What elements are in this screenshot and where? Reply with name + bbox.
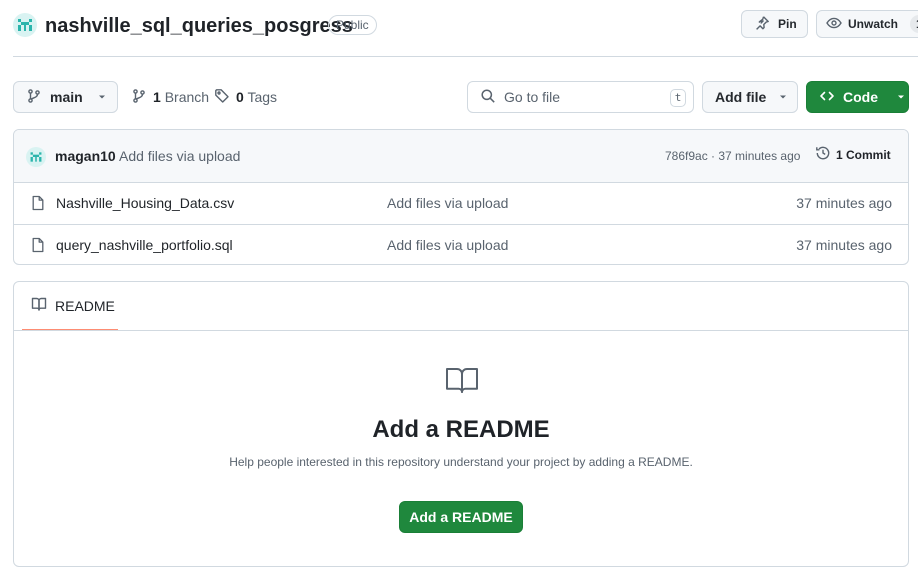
commit-message[interactable]: Add files via upload [119, 148, 240, 164]
tag-count: 0 [236, 89, 244, 105]
file-time: 37 minutes ago [796, 237, 892, 253]
watch-button[interactable]: Unwatch 1 [816, 10, 918, 38]
search-icon [480, 88, 496, 107]
eye-icon [826, 15, 842, 34]
watch-label: Unwatch [848, 17, 899, 31]
watch-count: 1 [910, 15, 918, 33]
pin-icon [754, 15, 770, 34]
book-icon [31, 296, 47, 315]
add-readme-button[interactable]: Add a README [399, 501, 523, 533]
go-to-file-placeholder: Go to file [504, 89, 561, 105]
file-name[interactable]: Nashville_Housing_Data.csv [56, 195, 234, 211]
branches-link[interactable]: 1 Branch [131, 81, 209, 113]
commits-label: 1 Commit [836, 147, 891, 162]
readme-description: Help people interested in this repositor… [229, 455, 693, 469]
file-time: 37 minutes ago [796, 195, 892, 211]
commit-author[interactable]: magan10 [55, 148, 116, 164]
git-branch-icon [26, 88, 42, 107]
branch-name: main [50, 89, 83, 105]
repo-title[interactable]: nashville_sql_queries_posgress [45, 13, 353, 39]
file-commit-message[interactable]: Add files via upload [387, 195, 508, 211]
code-label: Code [843, 89, 878, 105]
tags-link[interactable]: 0 Tags [214, 81, 277, 113]
pin-button[interactable]: Pin [741, 10, 808, 38]
file-icon [30, 237, 46, 258]
author-avatar[interactable] [26, 147, 46, 167]
commits-link[interactable]: 1 Commit [815, 145, 891, 164]
tag-icon [214, 88, 230, 107]
tag-word: Tags [247, 89, 278, 105]
chevron-down-icon [97, 89, 107, 105]
readme-heading: Add a README [372, 416, 550, 443]
code-button[interactable]: Code [806, 81, 909, 113]
latest-commit-bar: magan10 Add files via upload 786f9ac · 3… [14, 130, 908, 183]
repo-avatar[interactable] [13, 13, 37, 37]
commit-hash-time[interactable]: 786f9ac · 37 minutes ago [665, 149, 800, 163]
readme-divider [14, 330, 908, 331]
file-icon [30, 195, 46, 216]
book-icon [445, 366, 479, 399]
pin-label: Pin [778, 17, 797, 31]
chevron-down-icon [896, 89, 906, 105]
visibility-badge: Public [328, 15, 377, 35]
file-name[interactable]: query_nashville_portfolio.sql [56, 237, 233, 253]
chevron-down-icon [778, 89, 788, 105]
file-row[interactable]: query_nashville_portfolio.sql Add files … [14, 224, 908, 264]
file-commit-message[interactable]: Add files via upload [387, 237, 508, 253]
readme-tab-label: README [55, 297, 115, 314]
git-branch-icon [131, 88, 147, 107]
branch-word: Branch [164, 89, 210, 105]
code-icon [819, 88, 835, 107]
branch-select-button[interactable]: main [13, 81, 118, 113]
file-browser: magan10 Add files via upload 786f9ac · 3… [13, 129, 909, 265]
file-row[interactable]: Nashville_Housing_Data.csv Add files via… [14, 183, 908, 224]
readme-tab[interactable]: README [22, 282, 118, 331]
header-divider [13, 56, 918, 57]
add-file-button[interactable]: Add file [702, 81, 798, 113]
branch-count: 1 [153, 89, 161, 105]
history-icon [815, 145, 831, 164]
go-to-file-input[interactable]: Go to file t [467, 81, 694, 113]
shortcut-hint: t [670, 89, 686, 107]
readme-panel: README Add a README Help people interest… [13, 281, 909, 567]
add-file-label: Add file [715, 89, 767, 105]
